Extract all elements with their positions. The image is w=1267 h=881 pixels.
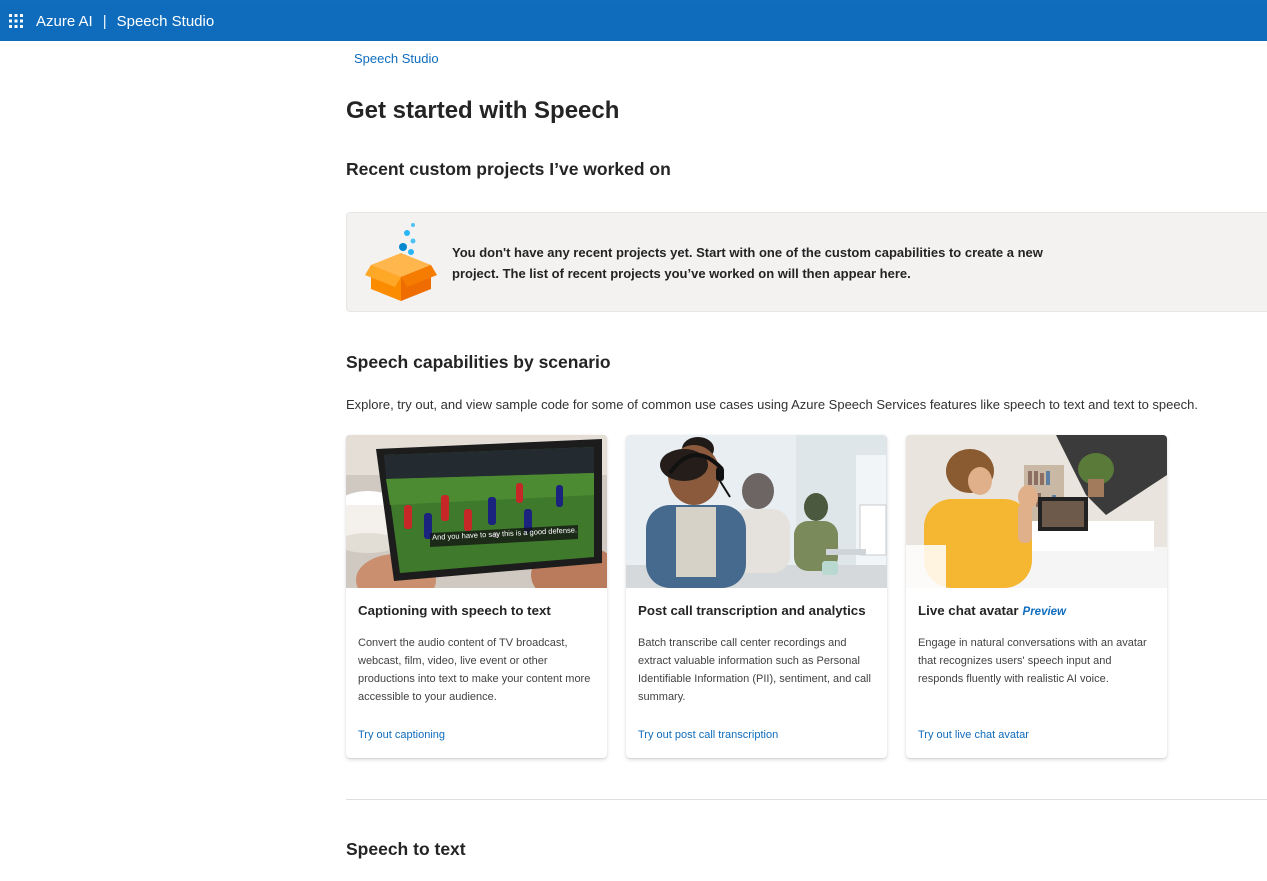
brand: Azure AI | Speech Studio <box>36 13 214 30</box>
speech-to-text-heading: Speech to text <box>346 839 466 859</box>
section-divider <box>346 799 1267 800</box>
scenario-card-post-call[interactable]: Post call transcription and analytics Ba… <box>626 435 887 758</box>
page-title: Get started with Speech <box>346 97 620 124</box>
post-call-title-text: Post call transcription and analytics <box>638 603 866 618</box>
live-chat-avatar-title: Live chat avatar Preview <box>918 603 1066 618</box>
captioning-image: And you have to say this is a good defen… <box>346 435 607 588</box>
try-out-live-chat-avatar-link[interactable]: Try out live chat avatar <box>918 729 1029 741</box>
captioning-title-text: Captioning with speech to text <box>358 603 551 618</box>
scenarios-heading: Speech capabilities by scenario <box>346 352 611 372</box>
brand-separator: | <box>102 12 107 30</box>
recent-projects-heading: Recent custom projects I’ve worked on <box>346 159 671 179</box>
try-out-captioning-link[interactable]: Try out captioning <box>358 729 445 741</box>
live-chat-avatar-description: Engage in natural conversations with an … <box>918 637 1147 685</box>
empty-state-message: You don't have any recent projects yet. … <box>452 245 1043 281</box>
captioning-description: Convert the audio content of TV broadcas… <box>358 637 591 703</box>
brand-speech-studio-link[interactable]: Speech Studio <box>117 13 215 30</box>
captioning-title: Captioning with speech to text <box>358 603 551 618</box>
preview-badge: Preview <box>1022 606 1067 618</box>
recent-projects-empty-state: You don't have any recent projects yet. … <box>346 212 1267 312</box>
breadcrumb-speech-studio[interactable]: Speech Studio <box>354 51 439 66</box>
brand-azure-ai-link[interactable]: Azure AI <box>36 13 93 30</box>
live-chat-avatar-title-text: Live chat avatar <box>918 603 1019 618</box>
scenario-card-captioning[interactable]: And you have to say this is a good defen… <box>346 435 607 758</box>
live-chat-avatar-image <box>906 435 1167 588</box>
app-launcher-button[interactable] <box>0 1 32 42</box>
post-call-description: Batch transcribe call center recordings … <box>638 637 871 703</box>
post-call-title: Post call transcription and analytics <box>638 603 866 618</box>
waffle-icon <box>9 14 23 28</box>
post-call-image <box>626 435 887 588</box>
scenarios-description: Explore, try out, and view sample code f… <box>346 397 1198 412</box>
try-out-post-call-link[interactable]: Try out post call transcription <box>638 729 778 741</box>
empty-box-illustration <box>365 221 437 306</box>
scenario-card-live-chat-avatar[interactable]: Live chat avatar Preview Engage in natura… <box>906 435 1167 758</box>
top-bar: Azure AI | Speech Studio <box>0 0 1267 41</box>
